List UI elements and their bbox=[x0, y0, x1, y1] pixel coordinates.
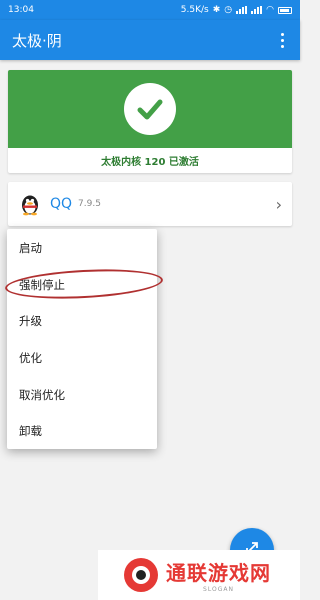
status-time: 13:04 bbox=[8, 5, 34, 15]
watermark: 通联游戏网 SLOGAN bbox=[98, 550, 300, 600]
bluetooth-icon: ✱ bbox=[212, 5, 221, 15]
watermark-logo-icon bbox=[122, 556, 160, 594]
watermark-subtitle: SLOGAN bbox=[203, 586, 234, 593]
battery-icon bbox=[278, 6, 292, 14]
status-icons: 5.5K/s ✱ ◷ ◠ bbox=[181, 5, 292, 15]
context-menu: 启动 强制停止 升级 优化 取消优化 卸载 bbox=[7, 229, 157, 449]
module-item-qq[interactable]: QQ 7.9.5 › bbox=[8, 182, 292, 226]
signal-icon-2 bbox=[251, 6, 263, 14]
menu-item-force-stop[interactable]: 强制停止 bbox=[7, 267, 157, 304]
watermark-text: 通联游戏网 SLOGAN bbox=[166, 557, 271, 593]
more-vert-icon[interactable] bbox=[272, 28, 292, 52]
chevron-right-icon[interactable]: › bbox=[276, 195, 282, 214]
network-speed: 5.5K/s bbox=[180, 5, 209, 15]
status-bar: 13:04 5.5K/s ✱ ◷ ◠ bbox=[0, 0, 300, 20]
menu-item-cancel-optimize[interactable]: 取消优化 bbox=[7, 376, 157, 413]
module-version: 7.9.5 bbox=[78, 199, 101, 209]
menu-item-upgrade[interactable]: 升级 bbox=[7, 303, 157, 340]
alarm-icon: ◷ bbox=[224, 5, 233, 15]
app-bar: 太极·阴 bbox=[0, 20, 300, 60]
menu-item-start[interactable]: 启动 bbox=[7, 230, 157, 267]
check-circle-icon bbox=[124, 83, 176, 135]
framework-status-card[interactable]: 太极内核 120 已激活 bbox=[8, 70, 292, 173]
status-banner bbox=[8, 70, 292, 148]
app-title: 太极·阴 bbox=[12, 31, 62, 50]
module-name: QQ bbox=[50, 196, 73, 212]
qq-penguin-icon bbox=[18, 192, 42, 216]
wifi-icon: ◠ bbox=[266, 5, 274, 15]
watermark-title: 通联游戏网 bbox=[166, 561, 271, 585]
status-text: 太极内核 120 已激活 bbox=[101, 157, 199, 168]
menu-item-optimize[interactable]: 优化 bbox=[7, 340, 157, 377]
signal-icon bbox=[236, 6, 248, 14]
menu-item-uninstall[interactable]: 卸载 bbox=[7, 413, 157, 450]
